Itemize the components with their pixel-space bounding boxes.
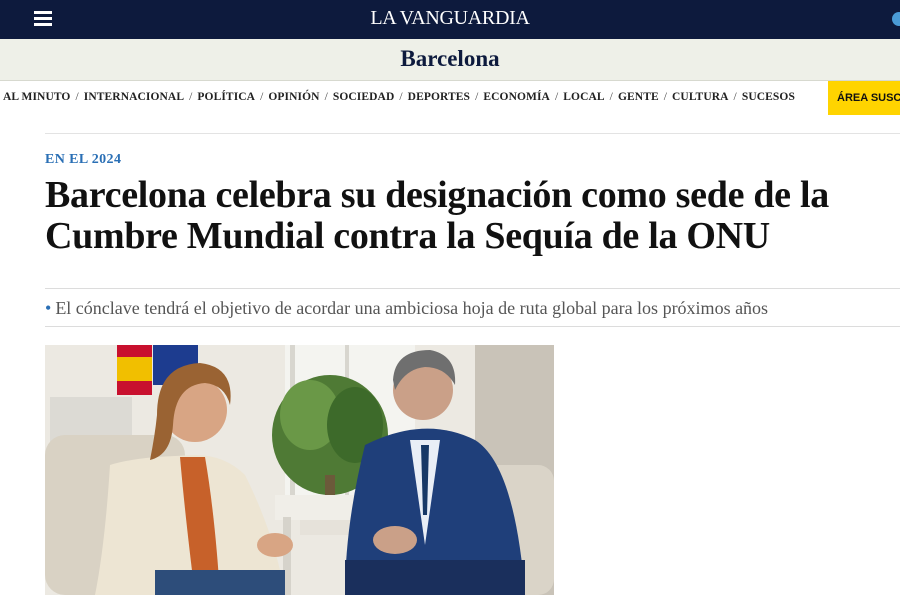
article-kicker[interactable]: EN EL 2024 <box>45 152 121 168</box>
nav-item-deportes[interactable]: DEPORTES <box>408 91 470 103</box>
nav-items: AL MINUTO / INTERNACIONAL / POLÍTICA / OPINIÓN… <box>3 91 795 103</box>
article-subtitle: • El cónclave tendrá el objetivo de acord… <box>45 298 900 319</box>
nav-item-local[interactable]: LOCAL <box>563 91 604 103</box>
nav-separator: / <box>663 91 668 103</box>
article-photo-illustration <box>45 345 554 595</box>
nav-item-cultura[interactable]: CULTURA <box>672 91 729 103</box>
top-bar: LA VANGUARDIA <box>0 0 900 39</box>
article-headline: Barcelona celebra su designación como se… <box>45 174 829 257</box>
nav-separator: / <box>475 91 479 103</box>
nav-item-internacional[interactable]: INTERNACIONAL <box>84 91 184 103</box>
nav-separator: / <box>75 91 79 103</box>
nav-separator: / <box>324 91 328 103</box>
section-bar: Barcelona <box>0 39 900 81</box>
divider <box>45 326 900 327</box>
nav-item-política[interactable]: POLÍTICA <box>197 91 255 103</box>
user-account-icon[interactable] <box>892 12 900 26</box>
nav-item-sociedad[interactable]: SOCIEDAD <box>333 91 395 103</box>
bullet-icon: • <box>45 298 52 318</box>
category-nav: AL MINUTO / INTERNACIONAL / POLÍTICA / OPINIÓN… <box>0 81 900 115</box>
section-title[interactable]: Barcelona <box>0 46 900 72</box>
nav-item-opinión[interactable]: OPINIÓN <box>268 91 319 103</box>
site-logo[interactable]: LA VANGUARDIA <box>0 7 900 30</box>
nav-item-sucesos[interactable]: SUCESOS <box>742 91 795 103</box>
article-photo[interactable] <box>45 345 554 595</box>
article-subtitle-text: El cónclave tendrá el objetivo de acorda… <box>55 298 769 318</box>
nav-separator: / <box>189 91 193 103</box>
divider <box>45 288 900 289</box>
nav-item-economía[interactable]: ECONOMÍA <box>483 91 550 103</box>
nav-separator: / <box>399 91 403 103</box>
nav-item-al-minuto[interactable]: AL MINUTO <box>3 91 70 103</box>
nav-item-gente[interactable]: GENTE <box>618 91 659 103</box>
divider <box>45 133 900 134</box>
nav-separator: / <box>554 91 559 103</box>
subscription-area-button[interactable]: ÁREA SUSC <box>828 81 900 115</box>
nav-separator: / <box>260 91 264 103</box>
nav-separator: / <box>733 91 737 103</box>
nav-separator: / <box>609 91 613 103</box>
